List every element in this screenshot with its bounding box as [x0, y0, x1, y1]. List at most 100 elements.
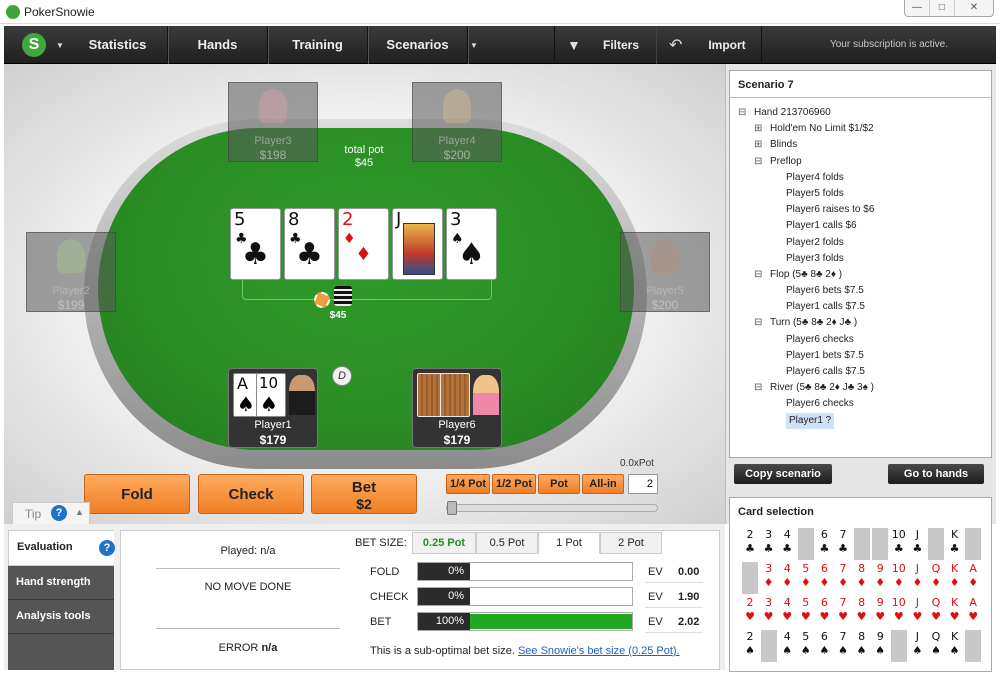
- card-select-K-0[interactable]: K ♣: [946, 528, 963, 560]
- card-select-9-1[interactable]: 9 ♦: [872, 562, 889, 594]
- tip-tab[interactable]: Tip ? ▲: [12, 502, 90, 524]
- tree-node[interactable]: Player1 bets $7.5: [738, 348, 988, 364]
- go-to-hands-button[interactable]: Go to hands: [888, 464, 984, 484]
- tree-node[interactable]: Player1 calls $6: [738, 218, 988, 234]
- sidebar-item-evaluation[interactable]: Evaluation ?: [8, 530, 115, 566]
- collapse-icon[interactable]: ⊟: [754, 380, 762, 396]
- card-select-10-1[interactable]: 10 ♦: [890, 562, 907, 594]
- card-select-2-1[interactable]: [742, 562, 758, 594]
- card-select-2-0[interactable]: 2 ♣: [742, 528, 758, 560]
- nav-hands[interactable]: Hands: [168, 26, 268, 64]
- card-select-10-0[interactable]: 10 ♣: [890, 528, 907, 560]
- card-select-9-2[interactable]: 9 ♥: [872, 596, 889, 628]
- card-select-6-2[interactable]: 6 ♥: [816, 596, 833, 628]
- tree-node[interactable]: Player5 folds: [738, 186, 988, 202]
- card-select-2-2[interactable]: 2 ♥: [742, 596, 758, 628]
- snowie-logo-button[interactable]: S: [22, 33, 46, 57]
- card-select-A-3[interactable]: [965, 630, 982, 662]
- check-button[interactable]: Check: [198, 474, 304, 514]
- tree-node[interactable]: Player6 raises to $6: [738, 202, 988, 218]
- card-select-4-3[interactable]: 4 ♠: [779, 630, 796, 662]
- card-select-Q-2[interactable]: Q ♥: [928, 596, 944, 628]
- tree-node[interactable]: Player4 folds: [738, 170, 988, 186]
- sidebar-item-hand-strength[interactable]: Hand strength: [8, 566, 114, 600]
- tab-bet-0-5-pot[interactable]: 0.5 Pot: [476, 532, 538, 554]
- all-in-button[interactable]: All-in: [582, 474, 624, 494]
- tree-node[interactable]: Player6 calls $7.5: [738, 364, 988, 380]
- card-select-3-3[interactable]: [760, 630, 777, 662]
- bet-amount-input[interactable]: 2: [628, 474, 658, 494]
- import-button[interactable]: ↶ Import: [656, 26, 762, 64]
- card-select-A-1[interactable]: A ♦: [965, 562, 982, 594]
- card-select-3-2[interactable]: 3 ♥: [760, 596, 777, 628]
- card-select-K-2[interactable]: K ♥: [946, 596, 963, 628]
- card-select-10-3[interactable]: [890, 630, 907, 662]
- tree-node[interactable]: ⊟ Hand 213706960: [738, 105, 988, 121]
- slider-handle[interactable]: [447, 501, 457, 515]
- card-select-9-3[interactable]: 9 ♠: [872, 630, 889, 662]
- card-select-8-0[interactable]: [853, 528, 870, 560]
- tree-node[interactable]: ⊞ Hold'em No Limit $1/$2: [738, 121, 988, 137]
- card-select-5-0[interactable]: [797, 528, 814, 560]
- card-select-4-0[interactable]: 4 ♣: [779, 528, 796, 560]
- tree-node[interactable]: Player3 folds: [738, 251, 988, 267]
- maximize-button[interactable]: □: [930, 0, 955, 16]
- filters-button[interactable]: ▼ Filters: [554, 26, 656, 64]
- pot-button[interactable]: Pot: [538, 474, 580, 494]
- card-select-J-2[interactable]: J ♥: [909, 596, 926, 628]
- chevron-down-icon[interactable]: ▼: [470, 41, 478, 50]
- card-select-10-2[interactable]: 10 ♥: [890, 596, 907, 628]
- tree-node[interactable]: Player6 bets $7.5: [738, 283, 988, 299]
- chevron-up-icon[interactable]: ▲: [75, 507, 84, 517]
- nav-statistics[interactable]: Statistics: [68, 26, 168, 64]
- nav-scenarios[interactable]: Scenarios: [368, 26, 468, 64]
- card-select-7-1[interactable]: 7 ♦: [835, 562, 851, 594]
- chevron-down-icon[interactable]: ▼: [56, 41, 64, 50]
- card-select-5-2[interactable]: 5 ♥: [797, 596, 814, 628]
- card-select-5-3[interactable]: 5 ♠: [797, 630, 814, 662]
- card-select-J-0[interactable]: J ♣: [909, 528, 926, 560]
- close-button[interactable]: ✕: [955, 0, 993, 16]
- card-select-7-2[interactable]: 7 ♥: [835, 596, 851, 628]
- tree-node[interactable]: ⊞ Blinds: [738, 137, 988, 153]
- card-select-3-1[interactable]: 3 ♦: [760, 562, 777, 594]
- tab-bet-1-pot[interactable]: 1 Pot: [538, 532, 600, 554]
- tree-node[interactable]: Player6 checks: [738, 332, 988, 348]
- card-select-3-0[interactable]: 3 ♣: [760, 528, 777, 560]
- fold-button[interactable]: Fold: [84, 474, 190, 514]
- card-select-2-3[interactable]: 2 ♠: [742, 630, 758, 662]
- card-select-A-2[interactable]: A ♥: [965, 596, 982, 628]
- card-select-4-2[interactable]: 4 ♥: [779, 596, 796, 628]
- collapse-icon[interactable]: ⊟: [754, 315, 762, 331]
- nav-training[interactable]: Training: [268, 26, 368, 64]
- help-icon[interactable]: ?: [99, 540, 115, 556]
- snowie-bet-size-link[interactable]: See Snowie's bet size (0.25 Pot).: [518, 645, 680, 657]
- help-icon[interactable]: ?: [51, 505, 67, 521]
- card-select-8-3[interactable]: 8 ♠: [853, 630, 870, 662]
- tree-node[interactable]: Player1 ?: [738, 412, 988, 429]
- collapse-icon[interactable]: ⊟: [738, 105, 746, 121]
- bet-button[interactable]: Bet $2: [311, 474, 417, 514]
- card-select-6-0[interactable]: 6 ♣: [816, 528, 833, 560]
- card-select-5-1[interactable]: 5 ♦: [797, 562, 814, 594]
- tree-node[interactable]: ⊟ Preflop: [738, 154, 988, 170]
- bet-slider[interactable]: [446, 501, 658, 515]
- card-select-4-1[interactable]: 4 ♦: [779, 562, 796, 594]
- tree-node[interactable]: Player6 checks: [738, 396, 988, 412]
- card-select-6-3[interactable]: 6 ♠: [816, 630, 833, 662]
- collapse-icon[interactable]: ⊟: [754, 267, 762, 283]
- tree-node[interactable]: Player2 folds: [738, 235, 988, 251]
- card-select-Q-1[interactable]: Q ♦: [928, 562, 944, 594]
- card-select-A-0[interactable]: [965, 528, 982, 560]
- card-select-K-3[interactable]: K ♠: [946, 630, 963, 662]
- card-select-7-3[interactable]: 7 ♠: [835, 630, 851, 662]
- card-select-8-1[interactable]: 8 ♦: [853, 562, 870, 594]
- minimize-button[interactable]: —: [905, 0, 930, 16]
- expand-icon[interactable]: ⊞: [754, 137, 762, 153]
- expand-icon[interactable]: ⊞: [754, 121, 762, 137]
- sidebar-item-analysis-tools[interactable]: Analysis tools: [8, 600, 114, 634]
- card-select-K-1[interactable]: K ♦: [946, 562, 963, 594]
- card-select-8-2[interactable]: 8 ♥: [853, 596, 870, 628]
- tree-node[interactable]: ⊟ Turn (5♣ 8♣ 2♦ J♣ ): [738, 315, 988, 331]
- card-select-J-3[interactable]: J ♠: [909, 630, 926, 662]
